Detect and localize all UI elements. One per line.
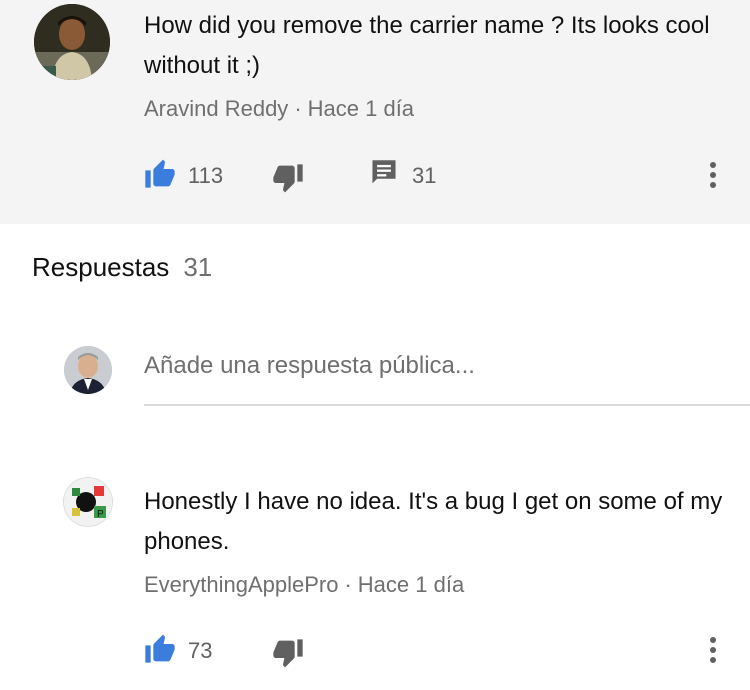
more-vert-icon bbox=[710, 637, 716, 663]
meta-separator: · bbox=[294, 96, 302, 121]
reply-author-name[interactable]: EverythingApplePro bbox=[144, 572, 338, 597]
meta-separator: · bbox=[344, 572, 352, 597]
svg-text:P: P bbox=[97, 509, 104, 520]
comment-text: How did you remove the carrier name ? It… bbox=[144, 12, 710, 79]
avatar[interactable] bbox=[34, 4, 110, 80]
parent-comment: How did you remove the carrier name ? It… bbox=[0, 0, 750, 224]
reply-count: 31 bbox=[412, 163, 437, 188]
like-count: 113 bbox=[188, 163, 224, 188]
reply-text: Honestly I have no idea. It's a bug I ge… bbox=[144, 488, 723, 555]
replies-title: Respuestas bbox=[32, 252, 170, 282]
user-avatar[interactable] bbox=[64, 346, 112, 394]
more-options-button[interactable] bbox=[708, 160, 718, 190]
thumb-up-icon bbox=[144, 633, 176, 669]
comment-meta: Aravind Reddy · Hace 1 día bbox=[144, 96, 414, 122]
reply-like-button[interactable]: 73 bbox=[144, 633, 212, 669]
dislike-button[interactable] bbox=[272, 164, 304, 200]
timestamp[interactable]: Hace 1 día bbox=[308, 96, 414, 121]
reply-input[interactable]: Añade una respuesta pública... bbox=[144, 348, 750, 406]
reply-more-options-button[interactable] bbox=[708, 635, 718, 665]
reply-timestamp[interactable]: Hace 1 día bbox=[358, 572, 464, 597]
replies-header: Respuestas 31 bbox=[32, 252, 212, 283]
reply-like-count: 73 bbox=[188, 638, 213, 663]
comment-icon bbox=[370, 158, 398, 194]
reply-avatar[interactable]: P bbox=[64, 478, 112, 526]
more-vert-icon bbox=[710, 162, 716, 188]
thumb-down-icon bbox=[272, 639, 304, 675]
reply-meta: EverythingApplePro · Hace 1 día bbox=[144, 572, 464, 598]
reply-count-button[interactable]: 31 bbox=[370, 158, 436, 194]
like-button[interactable]: 113 bbox=[144, 158, 223, 194]
author-name[interactable]: Aravind Reddy bbox=[144, 96, 288, 121]
thumb-up-icon bbox=[144, 158, 176, 194]
replies-count: 31 bbox=[183, 252, 213, 282]
reply-dislike-button[interactable] bbox=[272, 639, 304, 675]
thumb-down-icon bbox=[272, 164, 304, 200]
